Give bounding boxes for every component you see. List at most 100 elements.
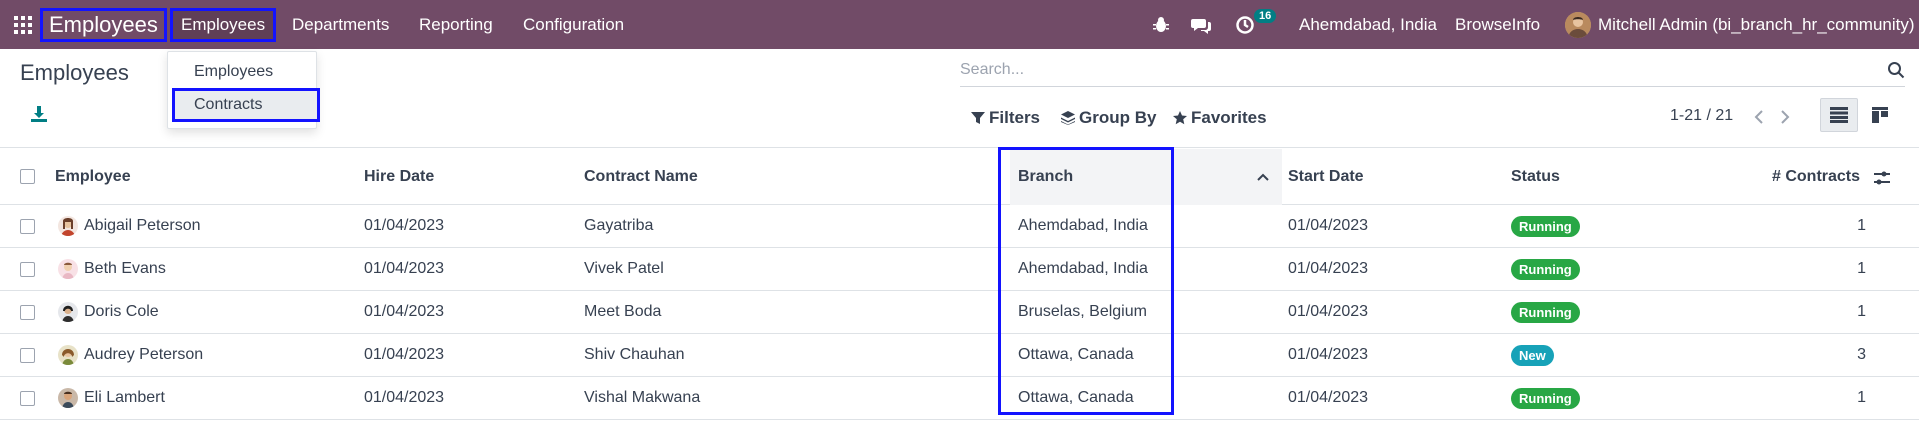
table-row[interactable]: Audrey Peterson 01/04/2023 Shiv Chauhan … xyxy=(0,334,1919,377)
col-header-contracts-count[interactable]: # Contracts xyxy=(1772,148,1860,205)
download-icon[interactable] xyxy=(30,105,48,123)
cell-branch: Ahemdabad, India xyxy=(1018,217,1148,234)
menu-reporting[interactable]: Reporting xyxy=(419,0,493,49)
cell-branch: Ottawa, Canada xyxy=(1018,346,1134,363)
cell-contract-name: Shiv Chauhan xyxy=(584,346,685,363)
employee-avatar xyxy=(58,259,78,279)
filters-button[interactable]: Filters xyxy=(971,106,1040,130)
employee-avatar xyxy=(58,216,78,236)
cell-employee: Beth Evans xyxy=(84,260,166,277)
select-all-checkbox[interactable] xyxy=(20,169,35,184)
cell-branch: Bruselas, Belgium xyxy=(1018,303,1147,320)
col-header-hire-date[interactable]: Hire Date xyxy=(364,148,434,205)
employee-avatar xyxy=(58,388,78,408)
menu-configuration[interactable]: Configuration xyxy=(523,0,624,49)
status-badge: New xyxy=(1511,345,1554,366)
search-icon[interactable] xyxy=(1887,61,1905,79)
star-icon xyxy=(1173,111,1187,125)
cell-hire-date: 01/04/2023 xyxy=(364,346,445,363)
row-checkbox[interactable] xyxy=(20,391,35,406)
cell-hire-date: 01/04/2023 xyxy=(364,303,445,320)
status-badge: Running xyxy=(1511,259,1580,280)
table-row[interactable]: Eli Lambert 01/04/2023 Vishal Makwana Ot… xyxy=(0,377,1919,420)
top-navbar: Employees Employees Departments Reportin… xyxy=(0,0,1919,49)
cell-branch: Ottawa, Canada xyxy=(1018,389,1134,406)
bug-icon[interactable] xyxy=(1151,0,1171,49)
filter-icon xyxy=(971,112,985,124)
pager-value[interactable]: 1-21 / 21 xyxy=(1670,107,1733,125)
cell-start-date: 01/04/2023 xyxy=(1288,346,1369,363)
list-icon xyxy=(1830,107,1848,123)
cell-contract-name: Meet Boda xyxy=(584,303,662,320)
col-header-branch[interactable]: Branch xyxy=(1018,148,1073,205)
cell-start-date: 01/04/2023 xyxy=(1288,260,1369,277)
cell-contracts-count: 1 xyxy=(1857,389,1866,406)
col-header-contract-name[interactable]: Contract Name xyxy=(584,148,698,205)
col-header-employee[interactable]: Employee xyxy=(55,148,131,205)
table-row[interactable]: Doris Cole 01/04/2023 Meet Boda Bruselas… xyxy=(0,291,1919,334)
user-avatar[interactable] xyxy=(1565,12,1591,38)
dropdown-item-employees[interactable]: Employees xyxy=(172,57,312,87)
employees-menu-dropdown: Employees Contracts xyxy=(167,51,320,129)
cell-contract-name: Gayatriba xyxy=(584,217,654,234)
sort-ascending-icon[interactable] xyxy=(1256,170,1270,184)
activity-count-badge: 16 xyxy=(1254,9,1277,23)
employee-avatar xyxy=(58,345,78,365)
menu-employees[interactable]: Employees xyxy=(170,8,277,42)
favorites-label: Favorites xyxy=(1191,108,1267,127)
menu-departments[interactable]: Departments xyxy=(292,0,389,49)
cell-employee: Audrey Peterson xyxy=(84,346,204,363)
cell-employee: Doris Cole xyxy=(84,303,159,320)
list-view-button[interactable] xyxy=(1820,98,1858,132)
search-bar xyxy=(960,55,1905,87)
chevron-left-icon[interactable] xyxy=(1750,107,1770,127)
chevron-right-icon[interactable] xyxy=(1774,107,1794,127)
company-switcher[interactable]: Ahemdabad, India xyxy=(1299,0,1437,49)
group-by-label: Group By xyxy=(1079,108,1157,127)
row-checkbox[interactable] xyxy=(20,219,35,234)
clock-activity-icon[interactable] xyxy=(1235,0,1255,49)
branch-switcher[interactable]: BrowseInfo xyxy=(1455,0,1540,49)
dropdown-item-contracts[interactable]: Contracts xyxy=(172,88,320,122)
row-checkbox[interactable] xyxy=(20,348,35,363)
cell-hire-date: 01/04/2023 xyxy=(364,389,445,406)
table-row[interactable]: Beth Evans 01/04/2023 Vivek Patel Ahemda… xyxy=(0,248,1919,291)
cell-contract-name: Vivek Patel xyxy=(584,260,664,277)
col-header-start-date[interactable]: Start Date xyxy=(1288,148,1364,205)
cell-contracts-count: 3 xyxy=(1857,346,1866,363)
cell-start-date: 01/04/2023 xyxy=(1288,217,1369,234)
apps-grid-icon[interactable] xyxy=(14,0,34,49)
status-badge: Running xyxy=(1511,388,1580,409)
cell-employee: Abigail Peterson xyxy=(84,217,201,234)
favorites-button[interactable]: Favorites xyxy=(1173,106,1267,130)
col-header-status[interactable]: Status xyxy=(1511,148,1560,205)
cell-contracts-count: 1 xyxy=(1857,217,1866,234)
layers-icon xyxy=(1061,111,1075,125)
kanban-view-button[interactable] xyxy=(1862,98,1898,132)
cell-employee: Eli Lambert xyxy=(84,389,165,406)
filters-label: Filters xyxy=(989,108,1041,127)
page-title[interactable]: Employees xyxy=(20,60,129,86)
cell-start-date: 01/04/2023 xyxy=(1288,389,1369,406)
cell-start-date: 01/04/2023 xyxy=(1288,303,1369,320)
cell-contract-name: Vishal Makwana xyxy=(584,389,701,406)
app-name[interactable]: Employees xyxy=(40,8,167,42)
kanban-icon xyxy=(1872,107,1888,123)
table-header: Employee Hire Date Contract Name Branch … xyxy=(0,147,1919,205)
employee-avatar xyxy=(58,302,78,322)
chat-icon[interactable] xyxy=(1191,0,1211,49)
row-checkbox[interactable] xyxy=(20,262,35,277)
user-menu[interactable]: Mitchell Admin (bi_branch_hr_community) xyxy=(1598,0,1915,49)
cell-branch: Ahemdabad, India xyxy=(1018,260,1148,277)
row-checkbox[interactable] xyxy=(20,305,35,320)
cell-contracts-count: 1 xyxy=(1857,260,1866,277)
group-by-button[interactable]: Group By xyxy=(1061,106,1156,130)
cell-hire-date: 01/04/2023 xyxy=(364,260,445,277)
cell-contracts-count: 1 xyxy=(1857,303,1866,320)
cell-hire-date: 01/04/2023 xyxy=(364,217,445,234)
search-input[interactable] xyxy=(960,55,1860,85)
table-row[interactable]: Abigail Peterson 01/04/2023 Gayatriba Ah… xyxy=(0,205,1919,248)
column-settings-icon[interactable] xyxy=(1874,170,1890,186)
status-badge: Running xyxy=(1511,216,1580,237)
status-badge: Running xyxy=(1511,302,1580,323)
